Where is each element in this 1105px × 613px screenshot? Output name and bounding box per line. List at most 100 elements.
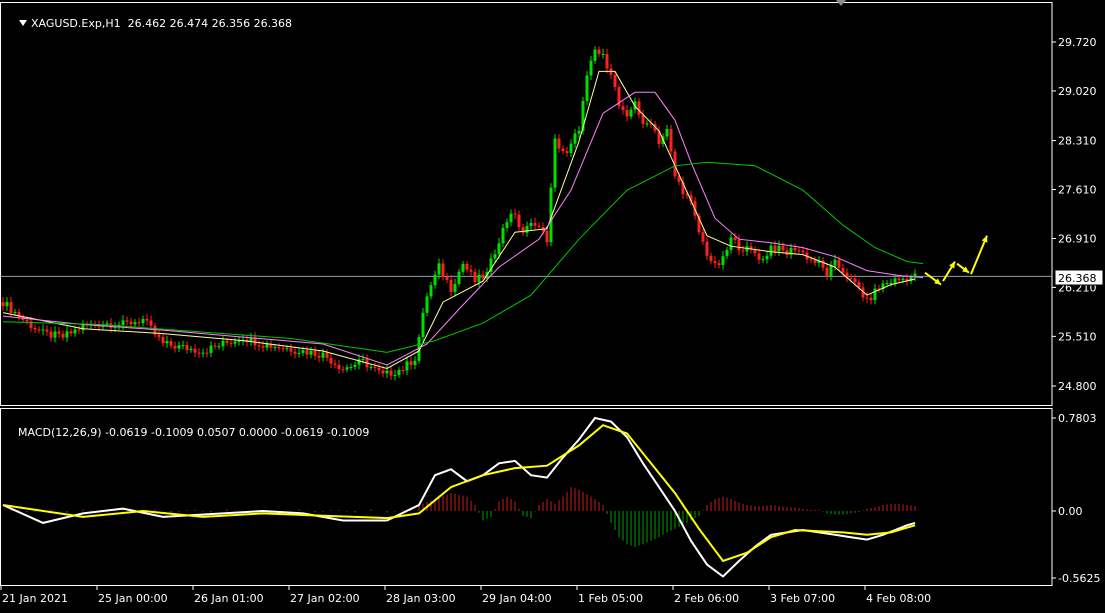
time-axis: 21 Jan 2021 25 Jan 00:00 26 Jan 01:00 27 Ja… — [0, 585, 931, 605]
time-axis-label: 1 Feb 05:00 — [578, 592, 643, 605]
candle-body — [841, 267, 845, 273]
candle-body — [825, 267, 829, 277]
candle-body — [33, 327, 37, 330]
candle-body — [57, 331, 61, 334]
candle-body — [561, 148, 565, 152]
chart-frames — [0, 2, 1053, 586]
candle-body — [413, 360, 417, 366]
candle-body — [209, 345, 213, 353]
candle-body — [573, 133, 577, 144]
candle-body — [577, 130, 581, 134]
candle-body — [381, 370, 385, 374]
macd-header: MACD(12,26,9) -0.0619 -0.1009 0.0507 0.0… — [4, 413, 369, 452]
candle-body — [217, 346, 221, 348]
candle-body — [261, 346, 265, 348]
candle-body — [445, 276, 449, 280]
time-axis-label: 2 Feb 06:00 — [674, 592, 739, 605]
candle-body — [81, 324, 85, 331]
candle-body — [189, 348, 193, 351]
candle-body — [593, 49, 597, 61]
candle-body — [201, 352, 205, 354]
candle-body — [621, 106, 625, 111]
dropdown-triangle-icon[interactable] — [19, 20, 27, 26]
candle-body — [589, 60, 593, 76]
candle-body — [737, 239, 741, 251]
candle-body — [873, 288, 877, 301]
macd-histogram — [10, 487, 916, 547]
candle-body — [557, 138, 561, 149]
candle-body — [165, 341, 169, 344]
candle-body — [289, 348, 293, 352]
price-axis-label: 27.610 — [1058, 184, 1097, 197]
candle-body — [37, 329, 41, 331]
candle-body — [397, 370, 401, 376]
candle-body — [801, 250, 805, 253]
candle-body — [505, 222, 509, 228]
candle-body — [597, 49, 601, 55]
candle-body — [121, 320, 125, 325]
candle-body — [765, 255, 769, 260]
candle-body — [45, 329, 49, 332]
candle-body — [145, 318, 149, 321]
candle-body — [757, 253, 761, 260]
candle-body — [773, 245, 777, 252]
candle-body — [869, 297, 873, 301]
candle-body — [793, 247, 797, 251]
candle-body — [321, 352, 325, 358]
candle-body — [273, 347, 277, 349]
candle-body — [349, 366, 353, 368]
candle-body — [889, 282, 893, 284]
candle-body — [237, 341, 241, 343]
candle-body — [849, 278, 853, 280]
candle-body — [317, 355, 321, 358]
candlestick-series — [1, 46, 917, 381]
candle-body — [345, 367, 349, 370]
candle-body — [341, 369, 345, 371]
candle-body — [605, 53, 609, 69]
candle-body — [125, 320, 129, 322]
candle-body — [1, 302, 5, 307]
candle-body — [885, 282, 889, 284]
candle-body — [301, 350, 305, 353]
candle-body — [625, 110, 629, 117]
candle-body — [637, 101, 641, 115]
candle-body — [829, 265, 833, 277]
candle-body — [129, 321, 133, 325]
candle-body — [5, 302, 9, 307]
candle-body — [533, 222, 537, 226]
candle-body — [897, 278, 901, 280]
candle-body — [469, 269, 473, 272]
symbol-header: XAGUSD.Exp,H1 26.462 26.474 26.356 26.36… — [2, 4, 292, 43]
candle-body — [41, 329, 45, 331]
candle-body — [721, 256, 725, 265]
candle-body — [613, 74, 617, 88]
candle-body — [509, 213, 513, 223]
candle-body — [281, 348, 285, 350]
candle-body — [257, 345, 261, 347]
moving-average-lines — [2, 70, 924, 370]
price-chart-svg[interactable]: 29.72029.02028.31027.61026.91026.21025.5… — [0, 0, 1105, 609]
candle-body — [709, 255, 713, 262]
candle-body — [141, 318, 145, 324]
candle-body — [669, 128, 673, 152]
candle-body — [49, 331, 53, 338]
macd-axis-label: -0.5625 — [1058, 572, 1100, 585]
candle-body — [233, 341, 237, 344]
candle-body — [497, 243, 501, 255]
candle-body — [457, 271, 461, 284]
candle-body — [837, 259, 841, 268]
candle-body — [713, 261, 717, 264]
time-axis-label: 25 Jan 00:00 — [98, 592, 168, 605]
price-panel-frame — [0, 2, 1053, 406]
macd-axis-label: 0.00 — [1058, 505, 1083, 518]
candle-body — [137, 322, 141, 324]
candle-body — [157, 334, 161, 337]
current-price-badge: 26.368 — [1054, 269, 1104, 286]
price-axis-label: 26.910 — [1058, 232, 1097, 245]
candle-body — [665, 128, 669, 137]
candle-body — [61, 333, 65, 338]
candle-body — [149, 320, 153, 326]
trading-terminal: 29.720 29.020 28.310 27.610 26.910 26.210 25.5… — [0, 0, 1105, 609]
candle-body — [797, 250, 801, 252]
candle-body — [313, 350, 317, 356]
